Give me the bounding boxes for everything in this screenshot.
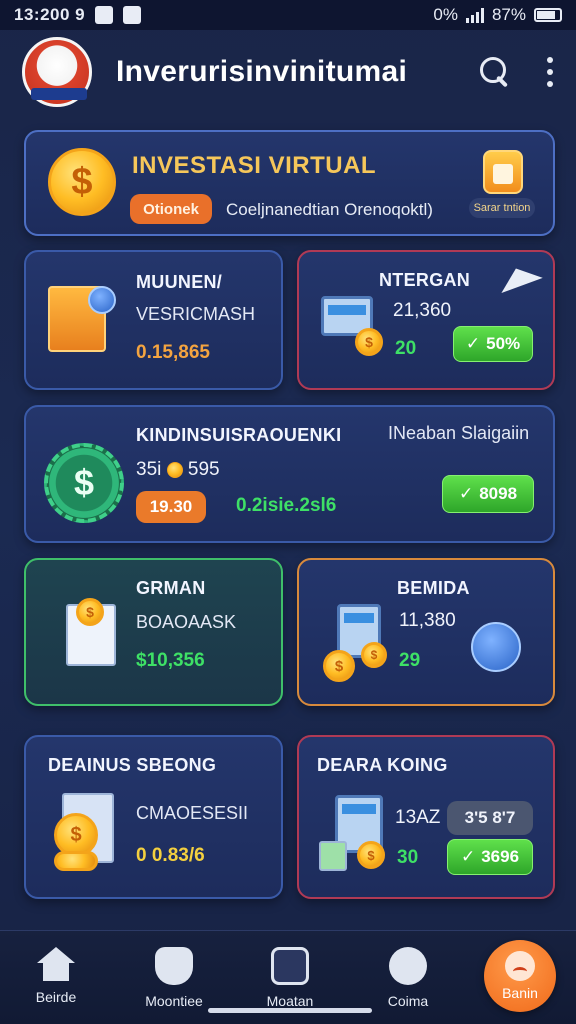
coin-icon: $	[357, 841, 385, 869]
user-icon	[389, 947, 427, 985]
card-subtitle: BOAOAASK	[136, 612, 237, 632]
dollar-gear-icon: $	[44, 443, 124, 523]
card-title: KINDINSUISRAOUENKI	[136, 425, 342, 445]
coin-stack-base-icon	[54, 851, 98, 871]
check-icon: ✓	[460, 847, 476, 866]
profile-icon	[505, 951, 535, 981]
battery-icon	[534, 8, 562, 22]
card-delta: 30	[397, 847, 419, 868]
investment-card-2[interactable]: $ NTERGAN 21,360 20 ✓ 50%	[297, 250, 555, 390]
percent-button[interactable]: ✓ 3696	[447, 839, 533, 875]
nav-label: Moatan	[266, 993, 314, 1009]
card-subtitle: CMAOESESII	[136, 803, 249, 823]
nav-item-home[interactable]: Beirde	[8, 943, 104, 1019]
card-delta: 20	[395, 338, 417, 359]
card-delta: 29	[399, 650, 421, 671]
battery-percent: 87%	[491, 5, 526, 24]
more-options-icon[interactable]	[546, 57, 554, 87]
hero-title: INVESTASI VIRTUAL	[132, 152, 377, 179]
nav-label: Beirde	[35, 989, 77, 1005]
app-header: Inverurisinvinitumai	[0, 30, 576, 114]
hero-side-label: Sarar tntion	[469, 198, 535, 218]
signal-icon	[465, 7, 484, 23]
chart-paper-icon	[319, 841, 347, 871]
hero-subtitle: Coeljnanedtian Orenoqoktl)	[226, 200, 433, 219]
notification-icon	[95, 6, 114, 24]
network-indicator: 0%	[433, 5, 458, 24]
home-indicator[interactable]	[208, 1008, 372, 1013]
card-value: 0 0.83/6	[136, 845, 205, 866]
magnifier-icon	[471, 622, 521, 672]
card-right-title: INeaban Slaigaiin	[388, 423, 530, 443]
app-title: Inverurisinvinitumai	[116, 55, 408, 88]
check-icon: ✓	[465, 334, 481, 353]
card-value: 21,360	[393, 300, 452, 321]
home-icon	[37, 947, 75, 981]
card-value: 11,380	[399, 610, 456, 631]
card-title: DEAINUS SBEONG	[48, 755, 217, 775]
card-subtitle: VESRICMASH	[136, 304, 256, 324]
card-value: 0.15,865	[136, 342, 210, 363]
card-value: 35i 595	[136, 459, 220, 480]
card-title: DEARA KOING	[317, 755, 448, 775]
investment-card-4[interactable]: $ GRMAN BOAOAASK $10,356	[24, 558, 283, 706]
percent-button[interactable]: ✓ 50%	[453, 326, 533, 362]
shopping-bag-icon[interactable]: Sarar tntion	[469, 150, 535, 222]
document-icon	[271, 947, 309, 985]
investment-card-3[interactable]: $ KINDINSUISRAOUENKI INeaban Slaigaiin 3…	[24, 405, 555, 543]
status-bar: 13:200 9 0% 87%	[0, 0, 576, 30]
card-title: BEMIDA	[397, 578, 470, 598]
coin-icon: $	[323, 650, 355, 682]
coin-icon: $	[355, 328, 383, 356]
nav-item-account[interactable]: Coima	[360, 943, 456, 1019]
search-icon[interactable]	[478, 55, 512, 89]
card-title: GRMAN	[136, 578, 206, 598]
status-time: 13:200 9	[14, 5, 86, 24]
app-notification-icon	[123, 6, 142, 24]
card-value: 13AZ	[395, 807, 441, 828]
dollar-coin-icon: $	[48, 148, 116, 216]
hero-card[interactable]: $ INVESTASI VIRTUAL Otionek Coeljnanedti…	[24, 130, 555, 236]
investment-card-5[interactable]: $ $ BEMIDA 11,380 29	[297, 558, 555, 706]
coin-icon: $	[76, 598, 104, 626]
paper-plane-icon	[495, 261, 543, 293]
app-logo[interactable]	[22, 37, 92, 107]
action-button[interactable]: ✓ 8098	[442, 475, 534, 513]
investment-card-6[interactable]: DEAINUS SBEONG $ CMAOESESII 0 0.83/6	[24, 735, 283, 899]
nav-label: Coima	[387, 993, 429, 1009]
check-icon: ✓	[458, 484, 474, 503]
diamond-icon	[88, 286, 116, 314]
nav-item-monitor[interactable]: Moontiee	[126, 943, 222, 1019]
coin-icon	[166, 461, 183, 478]
card-title: MUUNEN/	[136, 272, 223, 292]
card-green-value: 0.2isie.2sl6	[236, 495, 337, 516]
card-title: NTERGAN	[379, 270, 471, 290]
value-pill[interactable]: 19.30	[136, 491, 206, 523]
hero-badge-button[interactable]: Otionek	[130, 194, 212, 224]
nav-item-profile[interactable]: Banin	[484, 940, 556, 1012]
stat-pill[interactable]: 3'5 8'7	[447, 801, 533, 835]
nav-label: Moontiee	[145, 993, 203, 1009]
card-value: $10,356	[136, 650, 205, 671]
nav-label: Banin	[502, 985, 538, 1001]
coin-icon: $	[361, 642, 387, 668]
investment-card-7[interactable]: DEARA KOING $ 13AZ 3'5 8'7 30 ✓ 3696	[297, 735, 555, 899]
shield-icon	[155, 947, 193, 985]
investment-card-1[interactable]: MUUNEN/ VESRICMASH 0.15,865	[24, 250, 283, 390]
